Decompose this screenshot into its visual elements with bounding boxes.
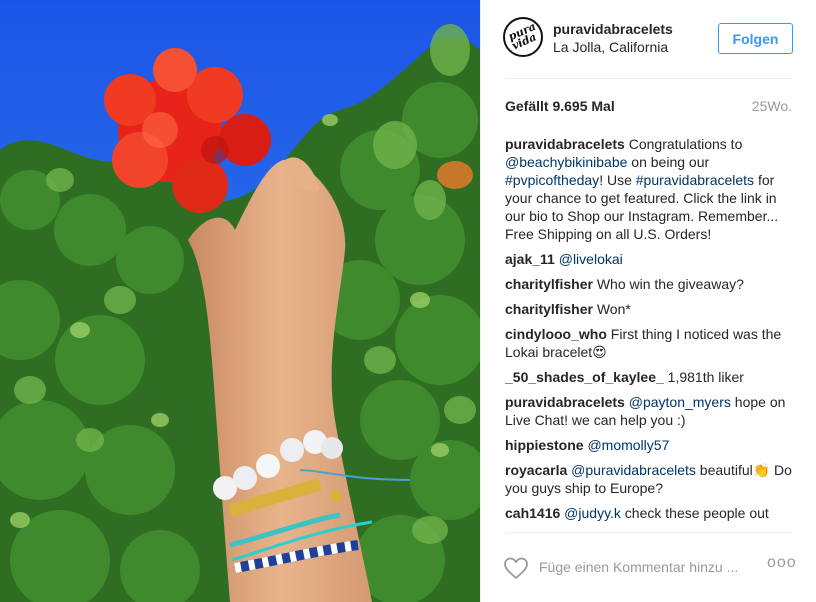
comment-username[interactable]: puravidabracelets xyxy=(505,394,625,410)
post-username[interactable]: puravidabracelets xyxy=(553,21,673,37)
comment-item: hippiestone @momolly57 xyxy=(505,436,793,454)
comment-mention[interactable]: @puravidabracelets xyxy=(571,462,696,478)
comment-text: check these people out xyxy=(620,505,769,521)
post-image xyxy=(0,0,480,602)
heart-icon[interactable] xyxy=(503,556,529,580)
comment-username[interactable]: cindylooo_who xyxy=(505,326,607,342)
avatar[interactable]: pura vida xyxy=(503,17,543,57)
comments-fade xyxy=(505,522,793,532)
post-header: pura vida puravidabracelets La Jolla, Cal… xyxy=(481,0,816,78)
comment-item: puravidabracelets @payton_myers hope on … xyxy=(505,393,793,429)
post-age[interactable]: 25Wo. xyxy=(752,98,792,114)
comment-username[interactable]: cah1416 xyxy=(505,505,560,521)
comment-username[interactable]: royacarla xyxy=(505,462,567,478)
comment-mention[interactable]: @momolly57 xyxy=(587,437,669,453)
comment-text: Won* xyxy=(592,301,631,317)
comment-text: Who win the giveaway? xyxy=(592,276,744,292)
header-divider xyxy=(505,78,793,79)
comment-item: charitylfisher Won* xyxy=(505,300,793,318)
more-options-icon[interactable]: ooo xyxy=(767,554,797,572)
comment-item: royacarla @puravidabracelets beautiful👏 … xyxy=(505,461,793,497)
comment-input[interactable] xyxy=(539,553,749,581)
caption-username[interactable]: puravidabracelets xyxy=(505,136,625,152)
comment-item: ajak_11 @livelokai xyxy=(505,250,793,268)
caption-text: on being our xyxy=(627,154,710,170)
post-details-panel: pura vida puravidabracelets La Jolla, Cal… xyxy=(480,0,816,602)
comments-list[interactable]: puravidabracelets Congratulations to @be… xyxy=(505,135,793,532)
comment-item: _50_shades_of_kaylee_ 1,981th liker xyxy=(505,368,793,386)
comment-item: charitylfisher Who win the giveaway? xyxy=(505,275,793,293)
comment-username[interactable]: ajak_11 xyxy=(505,251,555,267)
likes-count[interactable]: Gefällt 9.695 Mal xyxy=(505,98,615,114)
comment-item: cindylooo_who First thing I noticed was … xyxy=(505,325,793,361)
caption-mention[interactable]: @beachybikinibabe xyxy=(505,154,627,170)
comment-mention[interactable]: @payton_myers xyxy=(629,394,731,410)
comment-username[interactable]: charitylfisher xyxy=(505,301,593,317)
caption-hashtag[interactable]: #puravidabracelets xyxy=(636,172,754,188)
comment-mention[interactable]: @judyy.k xyxy=(564,505,621,521)
comment-username[interactable]: hippiestone xyxy=(505,437,584,453)
follow-button[interactable]: Folgen xyxy=(718,23,793,54)
comment-footer: ooo xyxy=(481,540,816,602)
comment-text: 1,981th liker xyxy=(663,369,744,385)
avatar-logo: pura vida xyxy=(506,19,539,53)
comment-mention[interactable]: @livelokai xyxy=(559,251,623,267)
footer-divider xyxy=(505,532,793,533)
caption-text: Congratulations to xyxy=(624,136,743,152)
comment-username[interactable]: _50_shades_of_kaylee_ xyxy=(505,369,664,385)
comment-item: cah1416 @judyy.k check these people out xyxy=(505,504,793,522)
caption-text: ! Use xyxy=(599,172,636,188)
post-location[interactable]: La Jolla, California xyxy=(553,39,668,55)
post-photo[interactable] xyxy=(0,0,480,602)
caption: puravidabracelets Congratulations to @be… xyxy=(505,135,793,243)
comment-username[interactable]: charitylfisher xyxy=(505,276,593,292)
caption-hashtag[interactable]: #pvpicoftheday xyxy=(505,172,599,188)
